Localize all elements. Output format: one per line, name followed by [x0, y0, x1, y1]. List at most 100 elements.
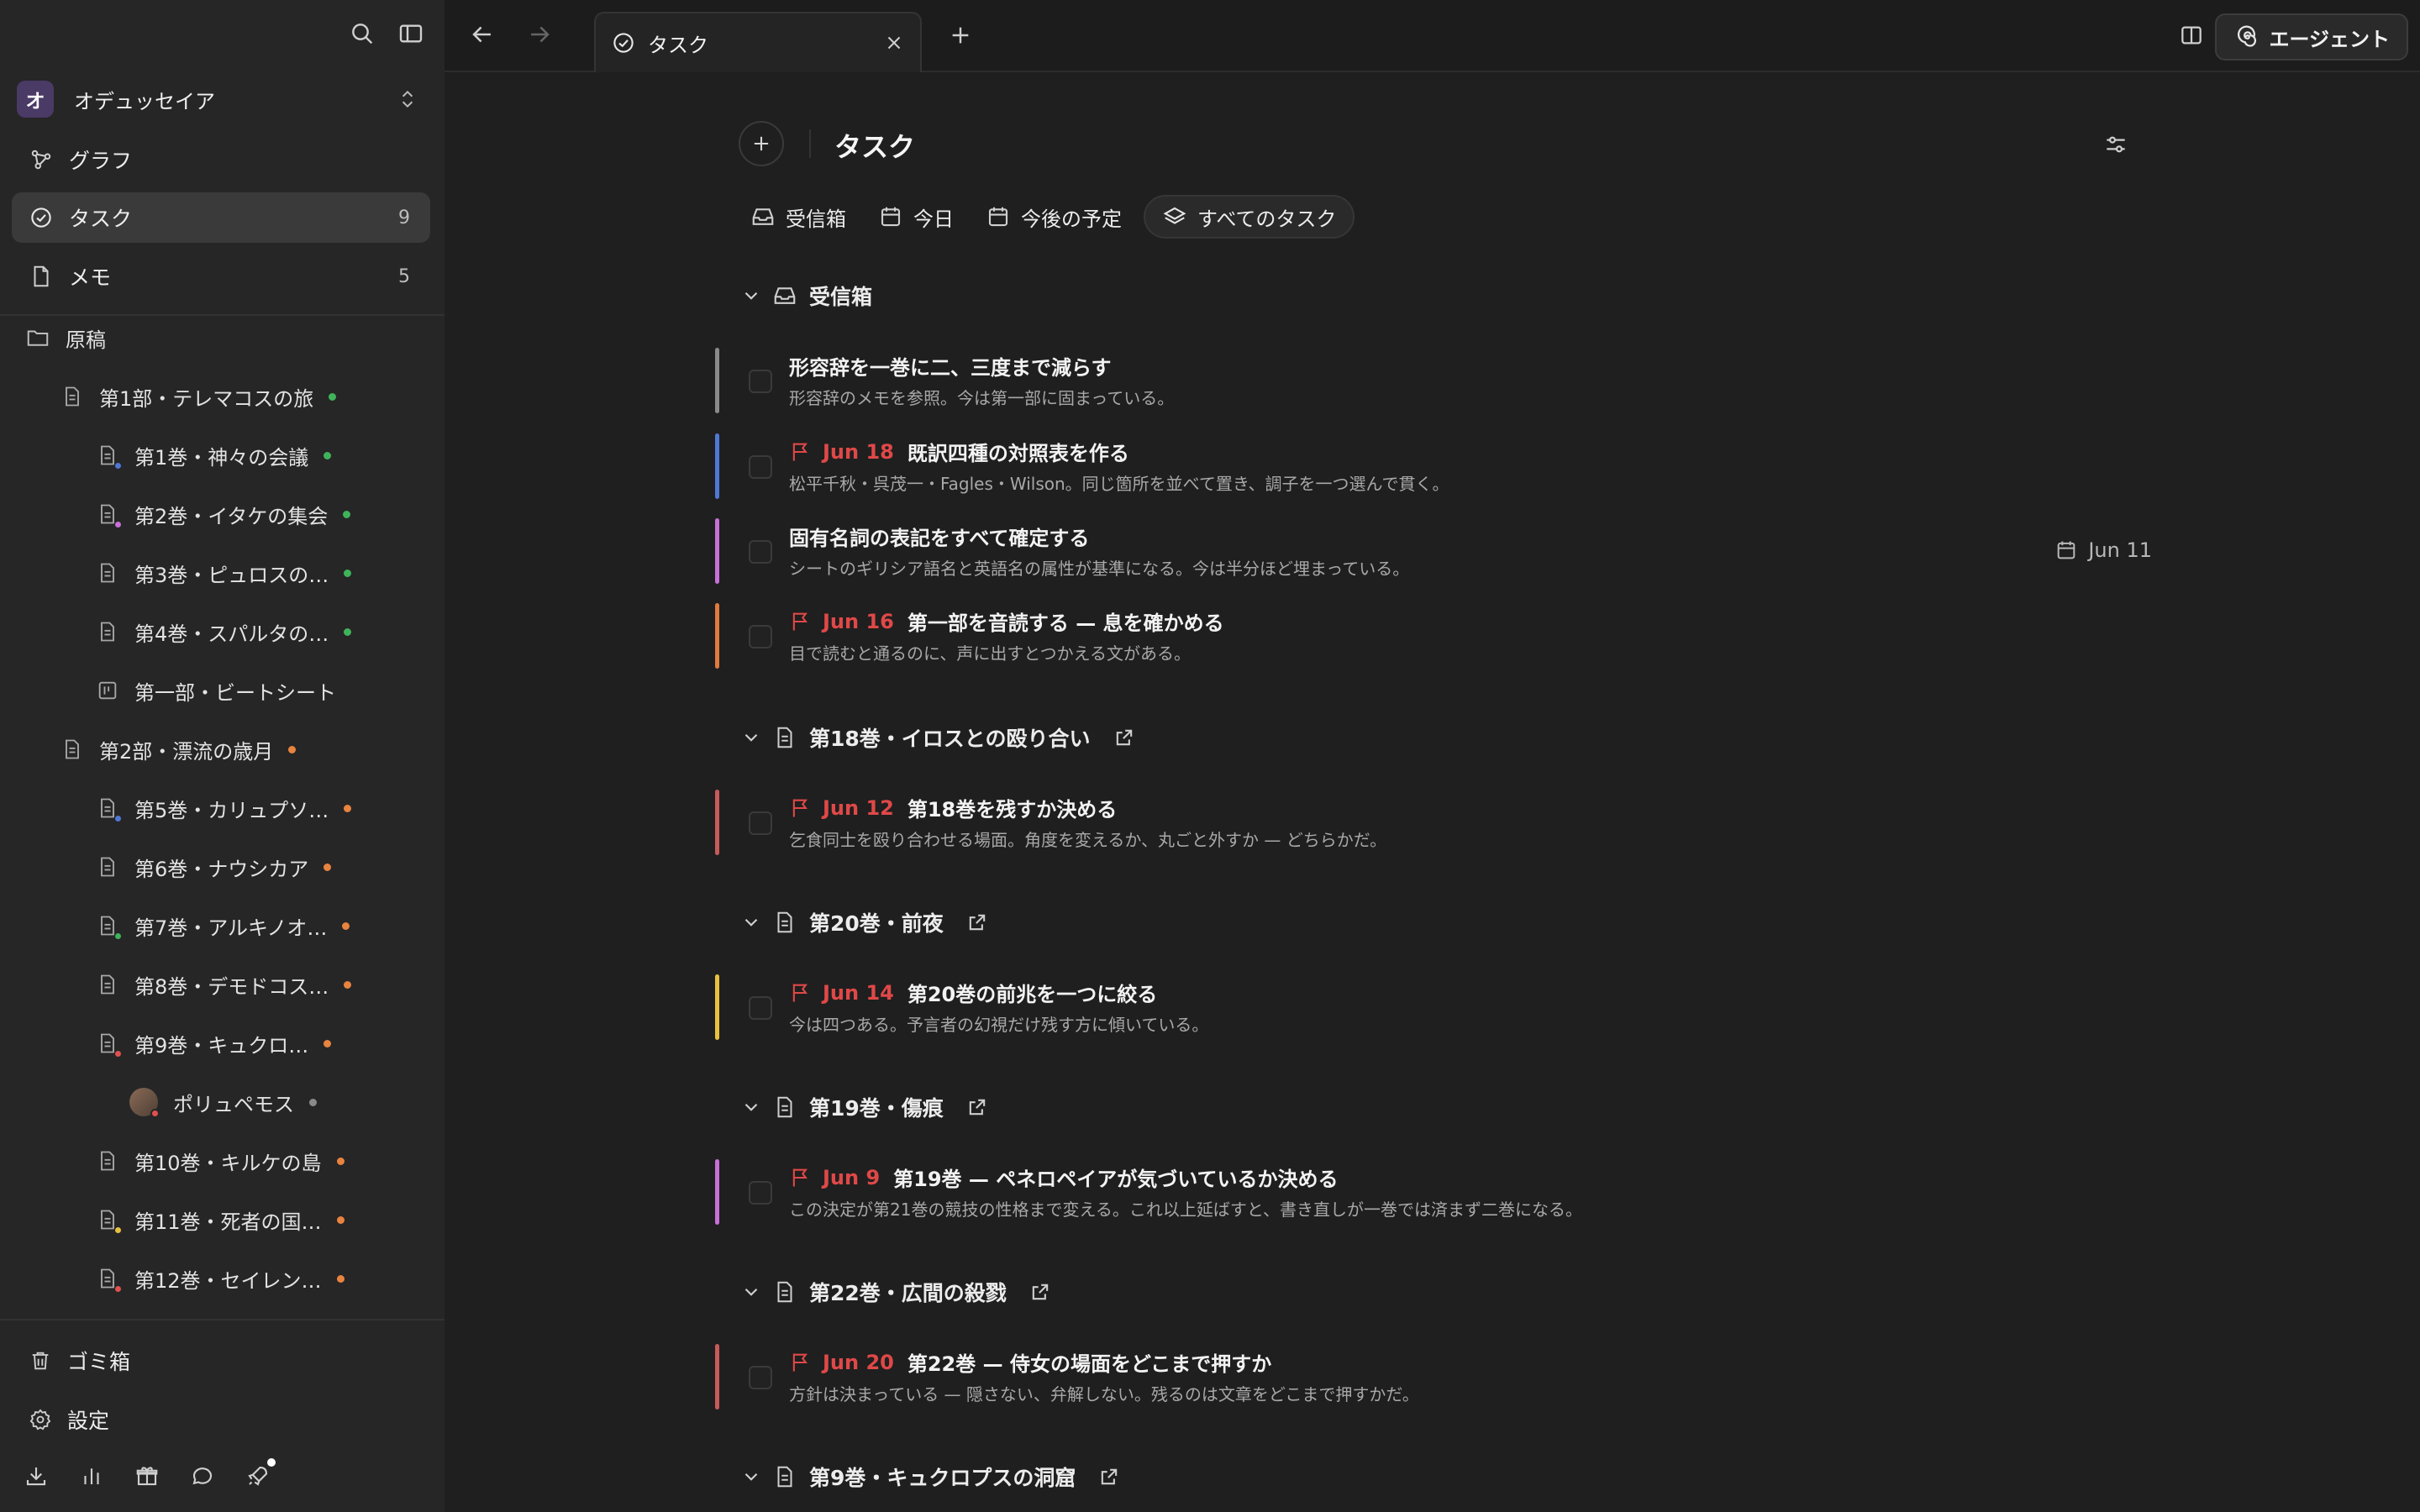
tree-item[interactable]: 第4巻・スパルタの… — [96, 611, 352, 653]
tree-item[interactable]: 第1部・テレマコスの旅 — [60, 375, 337, 417]
task-row[interactable]: Jun 14 第20巻の前兆を一つに絞る 今は四つある。予言者の幻視だけ残す方に… — [715, 971, 2152, 1042]
document-icon — [96, 620, 119, 643]
agent-button[interactable]: エージェント — [2215, 13, 2408, 60]
task-title: 形容辞を一巻に二、三度まで減らす — [789, 356, 1112, 380]
add-task-button[interactable] — [739, 121, 784, 166]
forward-arrow-icon[interactable] — [525, 20, 554, 49]
group-header-book22[interactable]: 第22巻・広間の殺戮 — [740, 1273, 1052, 1310]
filter-sliders-icon[interactable] — [2102, 131, 2129, 158]
split-view-icon[interactable] — [2178, 22, 2205, 49]
tab-tasks[interactable]: タスク — [594, 12, 922, 72]
tab-all-tasks[interactable]: すべてのタスク — [1144, 195, 1355, 239]
task-checkbox[interactable] — [749, 370, 772, 393]
external-link-icon[interactable] — [1028, 1280, 1052, 1304]
task-row[interactable]: Jun 16 第一部を音読する — 息を確かめる 目で読むと通るのに、声に出すと… — [715, 600, 2152, 670]
nav-graph[interactable]: グラフ — [12, 134, 430, 185]
task-title: 第22巻 — 侍女の場面をどこまで押すか — [907, 1352, 1272, 1376]
download-icon[interactable] — [24, 1463, 49, 1488]
calendar-icon — [986, 204, 1011, 229]
chevron-down-icon[interactable] — [740, 911, 762, 933]
task-scheduled[interactable]: Jun 11 — [2054, 538, 2152, 562]
tree-item[interactable]: 第5巻・カリュプソ… — [96, 787, 352, 829]
task-row[interactable]: 固有名詞の表記をすべて確定する シートのギリシア語名と英語名の属性が基準になる。… — [715, 515, 2152, 585]
chevron-down-icon[interactable] — [740, 727, 762, 748]
task-checkbox[interactable] — [749, 455, 772, 479]
tree-label: 第12巻・セイレン… — [134, 1268, 322, 1293]
search-icon[interactable] — [349, 20, 376, 47]
document-icon — [96, 561, 119, 585]
nav-settings[interactable]: 設定 — [12, 1394, 430, 1445]
tree-item[interactable]: 第7巻・アルキノオ… — [96, 905, 350, 947]
document-icon — [60, 385, 84, 408]
tab-label: 今日 — [913, 207, 954, 231]
tree-item[interactable]: 第2部・漂流の歳月 — [60, 728, 297, 770]
task-row[interactable]: Jun 9 第19巻 — ペネロペイアが気づいているか決める この決定が第21巻… — [715, 1156, 2152, 1226]
task-row[interactable]: Jun 20 第22巻 — 侍女の場面をどこまで押すか 方針は決まっている — … — [715, 1341, 2152, 1411]
tree-folder-manuscript[interactable]: 原稿 — [25, 317, 106, 359]
task-title: 固有名詞の表記をすべて確定する — [789, 527, 1090, 550]
gear-icon — [29, 1408, 52, 1431]
nav-notes[interactable]: メモ 5 — [12, 251, 430, 302]
chat-bubble-icon[interactable] — [190, 1463, 215, 1488]
external-link-icon[interactable] — [1097, 1465, 1121, 1488]
task-checkbox[interactable] — [749, 540, 772, 564]
rocket-icon[interactable] — [245, 1458, 276, 1488]
task-row[interactable]: 形容辞を一巻に二、三度まで減らす 形容辞のメモを参照。今は第一部に固まっている。 — [715, 344, 2152, 415]
nav-trash[interactable]: ゴミ箱 — [12, 1336, 430, 1386]
tree-item[interactable]: 第8巻・デモドコス… — [96, 963, 352, 1005]
new-tab-plus-icon[interactable] — [947, 22, 974, 49]
nav-label: 設定 — [67, 1409, 110, 1433]
back-arrow-icon[interactable] — [468, 20, 497, 49]
tree-item[interactable]: 第6巻・ナウシカア — [96, 846, 332, 888]
tab-today[interactable]: 今日 — [868, 195, 964, 239]
status-dot — [344, 627, 352, 636]
tree-item[interactable]: 第12巻・セイレン… — [96, 1257, 345, 1299]
tree-item[interactable]: 第2巻・イタケの集会 — [96, 493, 351, 535]
status-dot — [343, 510, 351, 518]
view-tabs: 受信箱 今日 今後の予定 すべてのタスク — [740, 195, 1355, 239]
task-checkbox[interactable] — [749, 996, 772, 1020]
tree-item[interactable]: 第3巻・ピュロスの… — [96, 552, 352, 594]
group-header-book20[interactable]: 第20巻・前夜 — [740, 904, 989, 941]
external-link-icon[interactable] — [965, 1095, 989, 1119]
workspace-switcher[interactable]: オ オデュッセイア — [17, 81, 418, 118]
task-checkbox[interactable] — [749, 625, 772, 648]
task-checkbox[interactable] — [749, 1181, 772, 1205]
tree-item[interactable]: 第9巻・キュクロ… — [96, 1022, 332, 1064]
sidebar-toggle-icon[interactable] — [397, 20, 424, 47]
task-note: 方針は決まっている — 隠さない、弁解しない。残るのは文章をどこまで押すかだ。 — [789, 1384, 1419, 1404]
task-row[interactable]: Jun 12 第18巻を残すか決める 乞食同士を殴り合わせる場面。角度を変えるか… — [715, 786, 2152, 857]
tree-item[interactable]: 第一部・ビートシート — [96, 669, 336, 711]
chevron-down-icon[interactable] — [740, 1096, 762, 1118]
task-checkbox[interactable] — [749, 811, 772, 835]
chevron-down-icon[interactable] — [740, 285, 762, 307]
group-header-book9[interactable]: 第9巻・キュクロプスの洞窟 — [740, 1458, 1121, 1495]
nav-tasks[interactable]: タスク 9 — [12, 192, 430, 243]
task-title: 第19巻 — ペネロペイアが気づいているか決める — [893, 1168, 1339, 1191]
task-row[interactable]: Jun 18 既訳四種の対照表を作る 松平千秋・呉茂一・Fagles・Wilso… — [715, 430, 2152, 501]
status-dot — [336, 1157, 345, 1165]
gift-icon[interactable] — [134, 1463, 160, 1488]
external-link-icon[interactable] — [1113, 726, 1136, 749]
tree-item[interactable]: ポリュペモス — [129, 1081, 317, 1123]
external-link-icon[interactable] — [965, 911, 989, 934]
tab-upcoming[interactable]: 今後の予定 — [976, 195, 1132, 239]
chevron-down-icon[interactable] — [740, 1466, 762, 1488]
task-checkbox[interactable] — [749, 1366, 772, 1389]
character-avatar — [129, 1088, 160, 1118]
group-header-book18[interactable]: 第18巻・イロスとの殴り合い — [740, 719, 1136, 756]
close-icon[interactable] — [883, 32, 905, 54]
chevron-down-icon[interactable] — [740, 1281, 762, 1303]
group-header-book19[interactable]: 第19巻・傷痕 — [740, 1089, 989, 1126]
tree-item[interactable]: 第10巻・キルケの島 — [96, 1140, 345, 1182]
folder-icon — [25, 325, 50, 350]
tree-item[interactable]: 第11巻・死者の国… — [96, 1199, 345, 1241]
document-icon — [96, 855, 119, 879]
group-header-inbox[interactable]: 受信箱 — [740, 277, 872, 314]
tab-label: 今後の予定 — [1021, 207, 1122, 231]
bar-chart-icon[interactable] — [79, 1463, 104, 1488]
task-title: 第18巻を残すか決める — [907, 798, 1118, 822]
tree-item[interactable]: 第1巻・神々の会議 — [96, 434, 332, 476]
tab-label: すべてのタスク — [1197, 207, 1337, 231]
tab-inbox[interactable]: 受信箱 — [740, 195, 856, 239]
